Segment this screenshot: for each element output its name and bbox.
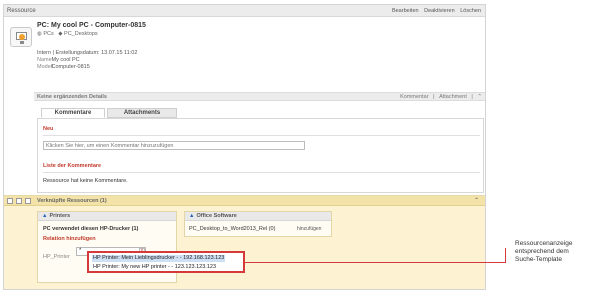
divider xyxy=(43,172,480,173)
model-row: Modell Computer-0815 xyxy=(37,64,137,71)
comment-list-heading: Liste der Kommentare xyxy=(43,163,102,169)
divider: | xyxy=(471,94,473,100)
hp-printer-label: HP_Printer xyxy=(43,254,70,260)
tag-icon: ◍ xyxy=(37,31,42,37)
deactivate-link[interactable]: Deaktivieren xyxy=(424,8,455,14)
empty-comments-text: Ressource hat keine Kommentare. xyxy=(43,178,128,184)
linked-resources-label: Verknüpfte Ressourcen (1) xyxy=(37,198,107,204)
name-row: Name My cool PC xyxy=(37,57,137,64)
printer-usage-text: PC verwendet diesen HP-Drucker (1) xyxy=(43,226,139,232)
callout-connector xyxy=(245,262,505,263)
office-header-label: Office Software xyxy=(196,213,237,219)
monitor-stand-icon xyxy=(20,41,24,44)
resource-panel: Ressource Bearbeiten Deaktivieren Lösche… xyxy=(3,4,486,290)
dropdown-option[interactable]: HP Printer: Mein Lieblingsdrucker - - 19… xyxy=(92,255,226,262)
callout-annotation: Ressourcenanzeige entsprechend dem Suche… xyxy=(515,240,572,264)
tab-attachments[interactable]: Attachments xyxy=(107,108,177,118)
details-bar: Keine ergänzenden Details Kommentar | At… xyxy=(34,92,485,101)
created-meta: Intern | Erstellungsdatum: 13.07.15 11:0… xyxy=(37,50,138,56)
details-actions: Kommentar | Attachment | ⌃ xyxy=(397,94,482,100)
add-relation-link[interactable]: Relation hinzufügen xyxy=(43,236,96,242)
expand-arrow-icon: ▲ xyxy=(189,213,195,219)
resource-title: PC: My cool PC - Computer-0815 xyxy=(37,22,146,29)
select-checkbox[interactable] xyxy=(7,198,13,204)
delete-link[interactable]: Löschen xyxy=(460,8,481,14)
dropdown-option[interactable]: HP Printer: My new HP printer - - 123.12… xyxy=(92,264,217,271)
resource-meta: Intern | Erstellungsdatum: 13.07.15 11:0… xyxy=(37,50,137,71)
list-view-icon[interactable] xyxy=(16,198,22,204)
tag-pcs[interactable]: PCs xyxy=(43,31,53,37)
comment-link[interactable]: Kommentar xyxy=(400,94,428,100)
tab-kommentare[interactable]: Kommentare xyxy=(41,108,105,118)
grid-view-icon[interactable] xyxy=(25,198,31,204)
linked-resources-section: Verknüpfte Ressourcen (1) ⌃ ▲ Printers PC… xyxy=(4,195,485,289)
window-actions: Bearbeiten Deaktivieren Löschen xyxy=(388,8,481,14)
resource-tags: ◍ PCs ◆ PC_Desktops xyxy=(37,31,146,37)
window-title-bar: Ressource Bearbeiten Deaktivieren Lösche… xyxy=(4,5,485,17)
comment-input[interactable] xyxy=(43,141,305,150)
printers-card-header[interactable]: ▲ Printers xyxy=(38,212,176,221)
divider xyxy=(43,135,480,136)
collapse-icon[interactable]: ⌃ xyxy=(474,197,479,204)
pc-resource-icon xyxy=(10,27,32,47)
callout-line: Suche-Template xyxy=(515,256,562,263)
name-label: Name xyxy=(37,57,52,63)
tag-icon: ◆ xyxy=(58,31,63,37)
printer-suggestion-dropdown: HP Printer: Mein Lieblingsdrucker - - 19… xyxy=(87,251,245,273)
details-label: Keine ergänzenden Details xyxy=(37,94,107,100)
model-value: Computer-0815 xyxy=(51,64,90,70)
attachment-link[interactable]: Attachment xyxy=(439,94,467,100)
comments-panel: Neu Liste der Kommentare Ressource hat k… xyxy=(37,118,484,193)
office-add-link[interactable]: hinzufügen xyxy=(297,226,321,232)
resource-header: PC: My cool PC - Computer-0815 ◍ PCs ◆ P… xyxy=(37,22,146,37)
callout-line: entsprechend dem xyxy=(515,248,569,255)
edit-link[interactable]: Bearbeiten xyxy=(392,8,419,14)
expand-arrow-icon: ▲ xyxy=(42,213,48,219)
callout-connector xyxy=(505,248,506,263)
collapse-icon[interactable]: ⌃ xyxy=(477,94,482,100)
new-comment-heading: Neu xyxy=(43,126,54,132)
name-value: My cool PC xyxy=(51,57,80,63)
callout-line: Ressourcenanzeige xyxy=(515,240,573,247)
printers-header-label: Printers xyxy=(49,213,71,219)
pc-badge-icon xyxy=(19,34,25,40)
tag-pc-desktops[interactable]: PC_Desktops xyxy=(64,31,98,37)
divider: | xyxy=(433,94,435,100)
window-title: Ressource xyxy=(7,8,36,14)
office-software-card: ▲ Office Software PC_Desktop_to_Word2013_… xyxy=(184,211,332,237)
linked-resources-bar: Verknüpfte Ressourcen (1) ⌃ xyxy=(4,196,485,206)
model-label: Modell xyxy=(37,64,54,70)
office-relation-link[interactable]: PC_Desktop_to_Word2013_Rel (0) xyxy=(189,226,275,232)
office-card-header[interactable]: ▲ Office Software xyxy=(185,212,331,221)
